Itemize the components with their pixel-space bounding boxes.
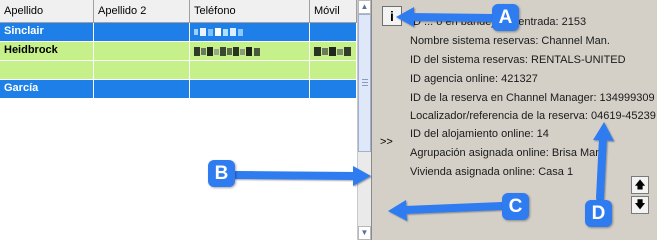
redacted-phone (194, 28, 243, 36)
cell-apellido-2 (94, 61, 190, 80)
scroll-down-button[interactable]: ▼ (358, 226, 371, 240)
info-line-group: Agrupación asignada online: Brisa Mar (410, 147, 599, 159)
callout-badge-c: C (502, 193, 529, 220)
info-line-agency-id: ID agencia online: 421327 (410, 73, 538, 85)
info-line-channel-manager-id: ID de la reserva en Channel Manager: 134… (410, 92, 655, 104)
info-line-accommodation-id: ID del alojamiento online: 14 (410, 128, 549, 140)
cell-telefono (190, 61, 310, 80)
column-header-movil[interactable]: Móvil (310, 0, 357, 22)
callout-badge-b: B (208, 160, 235, 187)
info-button[interactable]: i (382, 6, 402, 26)
cell-movil (310, 80, 357, 99)
scroll-up-button[interactable]: ▲ (358, 0, 371, 14)
pane-splitter[interactable] (371, 0, 380, 240)
info-line-locator: Localizador/referencia de la reserva: 04… (410, 110, 656, 122)
callout-badge-a: A (492, 4, 519, 31)
cell-telefono (190, 42, 310, 61)
scroll-grip (362, 79, 368, 80)
cell-apellido: Heidbrock (0, 42, 94, 61)
scroll-grip (362, 85, 368, 86)
cell-apellido-2 (94, 42, 190, 61)
info-line-booking-system-name: Nombre sistema reservas: Channel Man. (410, 35, 610, 47)
column-header-apellido[interactable]: Apellido (0, 0, 94, 22)
table-row[interactable]: Sinclair (0, 23, 357, 42)
table-row[interactable]: García (0, 80, 357, 99)
cell-movil (310, 23, 357, 42)
arrow-up-icon[interactable]: 🡅 (631, 176, 649, 194)
column-header-telefono[interactable]: Teléfono (190, 0, 310, 22)
cell-apellido: García (0, 80, 94, 99)
info-line-booking-system-id: ID del sistema reservas: RENTALS-UNITED (410, 54, 626, 66)
table-row[interactable]: Heidbrock (0, 42, 357, 61)
column-header-apellido-2[interactable]: Apellido 2 (94, 0, 190, 22)
cell-apellido (0, 61, 94, 80)
redacted-phone (194, 47, 260, 56)
vertical-scrollbar[interactable]: ▲ ▼ (357, 0, 371, 240)
cell-apellido-2 (94, 80, 190, 99)
table-row[interactable] (0, 61, 357, 80)
arrow-down-icon[interactable]: 🡇 (631, 196, 649, 214)
cell-telefono (190, 23, 310, 42)
cell-movil (310, 42, 357, 61)
scroll-thumb[interactable] (358, 14, 371, 152)
scroll-grip (362, 82, 368, 83)
cell-apellido-2 (94, 23, 190, 42)
redacted-mobile (314, 47, 351, 56)
table-header: Apellido Apellido 2 Teléfono Móvil (0, 0, 357, 23)
cell-movil (310, 61, 357, 80)
cell-apellido: Sinclair (0, 23, 94, 42)
info-line-dwelling: Vivienda asignada online: Casa 1 (410, 166, 574, 178)
cell-telefono (190, 80, 310, 99)
collapse-pane-button[interactable]: >> (380, 136, 393, 148)
callout-badge-d: D (585, 200, 612, 227)
reservations-table: Apellido Apellido 2 Teléfono Móvil Sincl… (0, 0, 358, 240)
